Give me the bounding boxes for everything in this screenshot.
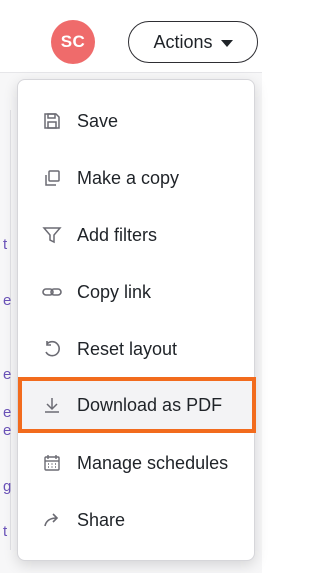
reset-icon	[39, 336, 65, 362]
menu-item-add-filters[interactable]: Add filters	[18, 211, 254, 259]
menu-item-copy-link[interactable]: Copy link	[18, 268, 254, 316]
link-icon	[39, 279, 65, 305]
menu-item-label: Share	[77, 509, 126, 530]
menu-item-label: Download as PDF	[77, 394, 223, 415]
menu-item-label: Make a copy	[77, 167, 180, 188]
menu-item-download-as-pdf[interactable]: Download as PDF	[18, 381, 254, 429]
caret-down-icon	[220, 39, 233, 47]
background-link-glyph: e	[3, 404, 12, 421]
filter-icon	[39, 222, 65, 248]
menu-item-reset-layout[interactable]: Reset layout	[18, 325, 254, 373]
actions-button[interactable]: Actions	[128, 21, 258, 63]
menu-item-label: Manage schedules	[77, 452, 229, 473]
menu-item-label: Save	[77, 110, 119, 131]
background-link-glyph: t	[3, 523, 8, 540]
save-icon	[39, 108, 65, 134]
menu-item-label: Copy link	[77, 281, 152, 302]
header-divider	[0, 72, 262, 73]
share-icon	[39, 507, 65, 533]
actions-label: Actions	[153, 31, 213, 52]
menu-item-share[interactable]: Share	[18, 496, 254, 544]
menu-item-label: Add filters	[77, 224, 158, 245]
menu-item-make-a-copy[interactable]: Make a copy	[18, 154, 254, 202]
background-link-glyph: g	[3, 478, 12, 495]
avatar[interactable]: SC	[51, 20, 95, 64]
calendar-icon	[39, 450, 65, 476]
menu-item-label: Reset layout	[77, 338, 178, 359]
download-icon	[39, 392, 65, 418]
background-link-glyph: e	[3, 366, 12, 383]
avatar-initials: SC	[60, 32, 86, 51]
background-link-glyph: t	[3, 236, 8, 253]
copy-icon	[39, 165, 65, 191]
actions-menu: Save Make a copy Add filters Copy link R…	[17, 79, 256, 561]
background-link-glyph: e	[3, 422, 12, 439]
background-link-glyph: e	[3, 292, 12, 309]
menu-item-manage-schedules[interactable]: Manage schedules	[18, 439, 254, 487]
menu-item-save[interactable]: Save	[18, 97, 254, 145]
